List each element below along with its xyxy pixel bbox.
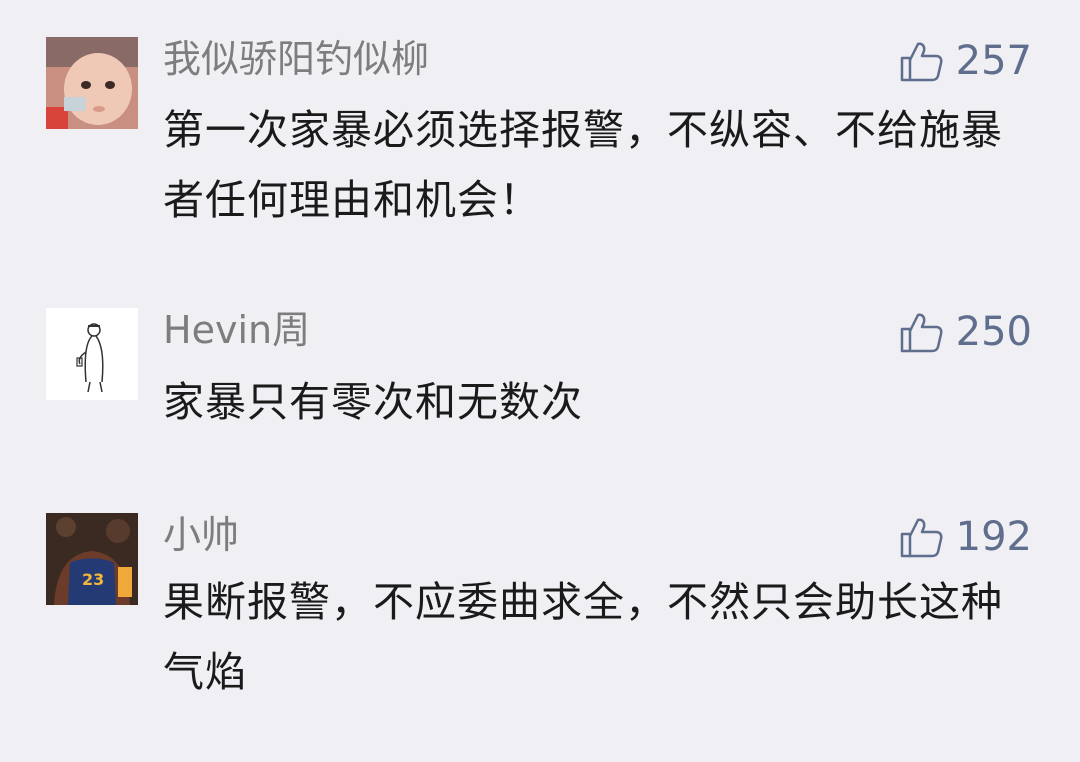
svg-text:23: 23 [82, 570, 104, 589]
comment-text: 第一次家暴必须选择报警，不纵容、不给施暴者任何理由和机会！ [163, 106, 1003, 224]
like-button[interactable]: 257 [898, 37, 1032, 85]
nickname[interactable]: 我似骄阳钓似柳 [163, 37, 429, 81]
comment-item: 我似骄阳钓似柳 257 第一次家暴必须选择报警，不纵容、不给施暴者任何理由和机会… [0, 37, 1080, 237]
comment-item: 23 小帅 192 果断报警，不应委曲求全，不然只会助长这种气焰 [0, 513, 1080, 713]
avatar[interactable] [46, 37, 138, 129]
comment-list: 我似骄阳钓似柳 257 第一次家暴必须选择报警，不纵容、不给施暴者任何理由和机会… [0, 0, 1080, 762]
thumbs-up-icon [900, 42, 943, 82]
like-button[interactable]: 192 [898, 513, 1032, 561]
sketch-person-avatar-icon [46, 308, 138, 400]
like-count: 250 [955, 309, 1032, 355]
nickname[interactable]: 小帅 [163, 513, 239, 557]
nickname[interactable]: Hevin周 [163, 308, 310, 352]
like-count: 192 [955, 514, 1032, 560]
thumbs-up-icon [900, 313, 943, 353]
like-button[interactable]: 250 [898, 308, 1032, 356]
avatar[interactable] [46, 308, 138, 400]
avatar[interactable]: 23 [46, 513, 138, 605]
comment-text: 果断报警，不应委曲求全，不然只会助长这种气焰 [163, 578, 1003, 696]
baby-photo-avatar-icon [46, 37, 138, 129]
like-count: 257 [955, 38, 1032, 84]
comment-item: Hevin周 250 家暴只有零次和无数次 [0, 308, 1080, 428]
comment-text: 家暴只有零次和无数次 [163, 378, 583, 426]
thumbs-up-icon [900, 518, 943, 558]
basketball-player-avatar-icon: 23 [46, 513, 138, 605]
